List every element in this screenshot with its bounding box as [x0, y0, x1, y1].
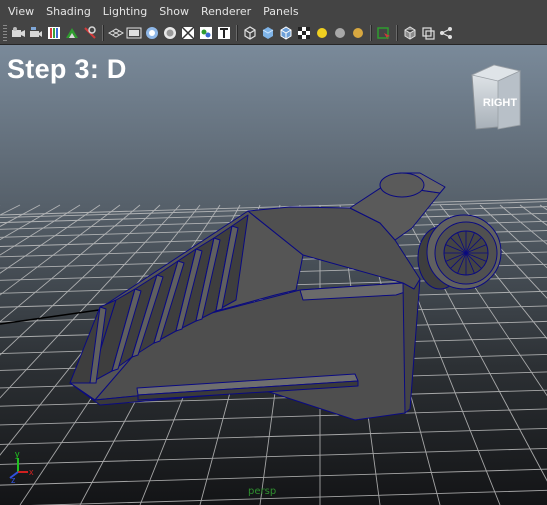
toolbar-grip[interactable]: [3, 25, 7, 41]
two-d-pan-zoom-icon[interactable]: [82, 25, 98, 41]
gate-mask-icon[interactable]: [162, 25, 178, 41]
safe-title-icon[interactable]: [216, 25, 232, 41]
safe-action-icon[interactable]: [198, 25, 214, 41]
menu-shading[interactable]: Shading: [46, 5, 91, 18]
image-plane-icon[interactable]: [64, 25, 80, 41]
view-cube-right-label[interactable]: RIGHT: [479, 97, 521, 109]
textured-icon[interactable]: [296, 25, 312, 41]
step-label: Step 3: D: [7, 54, 127, 84]
camera-select-icon[interactable]: [10, 25, 26, 41]
menu-panels[interactable]: Panels: [263, 5, 298, 18]
viewport-canvas[interactable]: z x y: [0, 45, 547, 505]
xray-components-icon[interactable]: [438, 25, 454, 41]
menu-lighting[interactable]: Lighting: [103, 5, 147, 18]
axis-label-z: z: [11, 475, 16, 485]
menu-renderer[interactable]: Renderer: [201, 5, 251, 18]
menu-view[interactable]: View: [8, 5, 34, 18]
axis-label-y: y: [15, 449, 20, 459]
maya-viewport-panel: View Shading Lighting Show Renderer Pane…: [0, 0, 547, 505]
axis-label-x: x: [29, 467, 34, 477]
camera-attributes-icon[interactable]: [28, 25, 44, 41]
toolbar-separator: [396, 25, 398, 41]
grid-icon[interactable]: [108, 25, 124, 41]
panel-menubar: View Shading Lighting Show Renderer Pane…: [0, 0, 547, 23]
xray-joints-icon[interactable]: [420, 25, 436, 41]
xray-icon[interactable]: [402, 25, 418, 41]
smooth-shade-icon[interactable]: [260, 25, 276, 41]
3d-viewport[interactable]: z x y Step 3: D RIGHT persp: [0, 45, 547, 505]
isolate-select-icon[interactable]: [376, 25, 392, 41]
menu-show[interactable]: Show: [159, 5, 189, 18]
panel-toolbar: [0, 22, 547, 45]
use-lights-icon[interactable]: [314, 25, 330, 41]
smooth-shade-wire-icon[interactable]: [278, 25, 294, 41]
shadows-icon[interactable]: [332, 25, 348, 41]
resolution-gate-icon[interactable]: [144, 25, 160, 41]
toolbar-separator: [370, 25, 372, 41]
field-chart-icon[interactable]: [180, 25, 196, 41]
camera-name-label: persp: [248, 486, 277, 497]
film-gate-icon[interactable]: [126, 25, 142, 41]
bookmarks-icon[interactable]: [46, 25, 62, 41]
toolbar-separator: [236, 25, 238, 41]
toolbar-separator: [102, 25, 104, 41]
ambient-occlusion-icon[interactable]: [350, 25, 366, 41]
wireframe-icon[interactable]: [242, 25, 258, 41]
